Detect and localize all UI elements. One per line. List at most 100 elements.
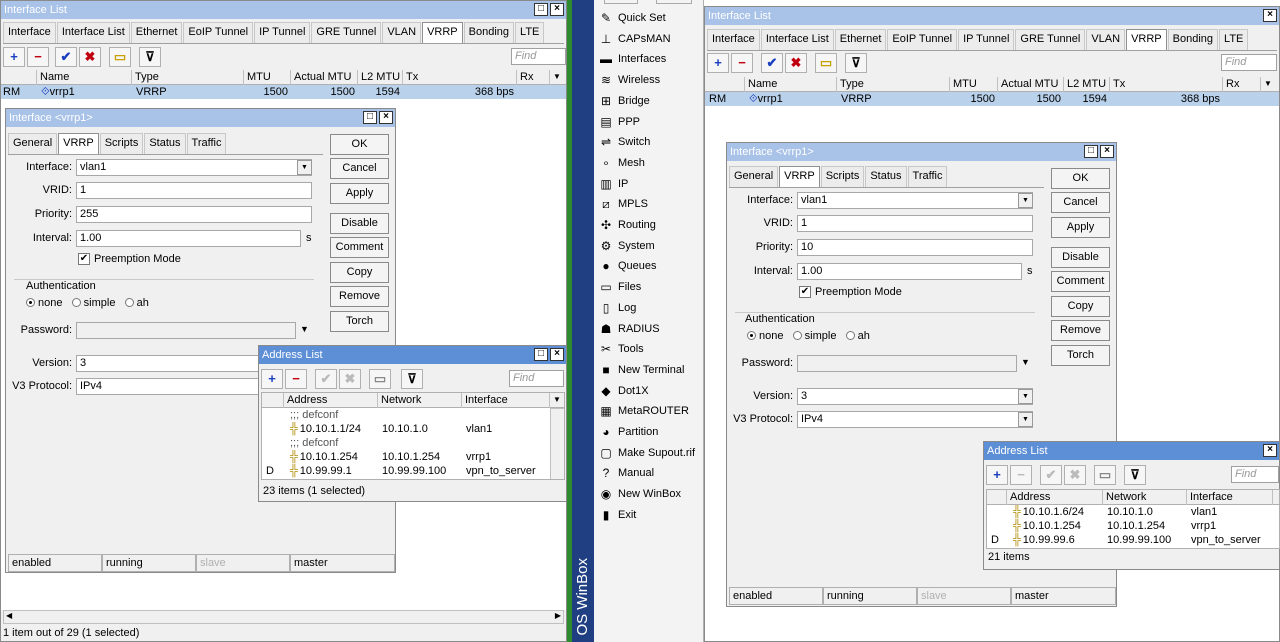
col-tx[interactable]: Tx [403,70,517,85]
disable-button[interactable]: Disable [330,213,389,234]
filter-icon[interactable]: ⊽ [1124,465,1146,485]
dropdown-arrow-icon[interactable]: ▼ [1018,193,1033,208]
col-name[interactable]: Name [745,77,837,92]
maximize-icon[interactable]: □ [1084,145,1098,158]
col-type[interactable]: Type [132,70,244,85]
tab-interface-list[interactable]: Interface List [760,29,834,50]
tab-vrrp[interactable]: VRRP [58,133,99,154]
comment-row[interactable]: ;;; defconf [262,436,564,450]
col-name[interactable]: Name [37,70,132,85]
version-input[interactable]: 3 [797,388,1033,405]
dropdown-arrow-icon[interactable]: ▼ [1018,412,1033,427]
tab-gre-tunnel[interactable]: GRE Tunnel [1015,29,1086,50]
cancel-button[interactable]: Cancel [330,158,389,179]
left-interface-list-titlebar[interactable]: Interface List □ × [1,1,566,19]
menu-item-queues[interactable]: ● Queues [594,256,722,276]
column-menu-icon[interactable]: ▼ [550,393,564,408]
menu-item-mesh[interactable]: ∘ Mesh [594,153,722,173]
col-rx[interactable]: Rx [517,70,550,85]
menu-item-new-terminal[interactable]: ■ New Terminal [594,360,722,380]
menu-item-manual[interactable]: ? Manual [594,463,722,483]
remove-button[interactable]: − [1010,465,1032,485]
tab-traffic[interactable]: Traffic [186,133,227,154]
filter-icon[interactable]: ⊽ [401,369,423,389]
col-flags[interactable] [705,77,745,92]
torch-button[interactable]: Torch [330,311,389,332]
table-row[interactable]: ╬ 10.10.1.6/24 10.10.1.0 vlan1 [987,505,1279,519]
tab-eoip-tunnel[interactable]: EoIP Tunnel [183,22,254,43]
menu-item-radius[interactable]: ☗ RADIUS [594,319,722,339]
interval-input[interactable]: 1.00 [797,263,1022,280]
menu-item-log[interactable]: ▯ Log [594,298,722,318]
preemption-checkbox[interactable]: ✔ [78,253,90,265]
enable-button[interactable]: ✔ [1040,465,1062,485]
col-address[interactable]: Address [1007,490,1103,505]
tab-vrrp[interactable]: VRRP [1126,29,1167,50]
preemption-checkbox[interactable]: ✔ [799,286,811,298]
menu-item-switch[interactable]: ⇌ Switch [594,132,722,152]
menu-item-exit[interactable]: ▮ Exit [594,505,722,525]
auth-simple-radio[interactable]: simple [792,330,836,342]
tab-vlan[interactable]: VLAN [382,22,422,43]
tab-vrrp[interactable]: VRRP [779,166,820,187]
auth-ah-radio[interactable]: ah [845,330,870,342]
left-vrrp-titlebar[interactable]: Interface <vrrp1> □ × [6,109,395,127]
remove-button[interactable]: − [285,369,307,389]
disable-button[interactable]: Disable [1051,247,1110,268]
password-toggle-icon[interactable]: ▼ [300,324,309,334]
copy-button[interactable]: Copy [1051,296,1110,317]
comment-button[interactable]: Comment [1051,271,1110,292]
menu-item-new-winbox[interactable]: ◉ New WinBox [594,484,722,504]
col-address[interactable]: Address [284,393,378,408]
remove-button[interactable]: Remove [1051,320,1110,341]
menu-item-interfaces[interactable]: ▬ Interfaces [594,49,722,69]
tab-ip-tunnel[interactable]: IP Tunnel [254,22,311,43]
enable-button[interactable]: ✔ [315,369,337,389]
find-input[interactable]: Find [509,370,564,387]
disable-button[interactable]: ✖ [1064,465,1086,485]
menu-item-make-supout-rif[interactable]: ▢ Make Supout.rif [594,443,722,463]
col-mtu[interactable]: MTU [244,70,291,85]
close-icon[interactable]: × [550,3,564,16]
col-interface[interactable]: Interface [1187,490,1273,505]
column-menu-icon[interactable]: ▼ [1261,77,1279,92]
remove-button[interactable]: − [27,47,49,67]
interface-select[interactable]: vlan1 [797,192,1033,209]
col-actual-mtu[interactable]: Actual MTU [291,70,358,85]
tab-bonding[interactable]: Bonding [463,22,515,43]
col-l2-mtu[interactable]: L2 MTU [358,70,403,85]
priority-input[interactable]: 10 [797,239,1033,256]
tab-ethernet[interactable]: Ethernet [834,29,887,50]
enable-button[interactable]: ✔ [761,53,783,73]
tab-lte[interactable]: LTE [1219,29,1249,50]
col-rx[interactable]: Rx [1223,77,1261,92]
menu-item-capsman[interactable]: ⊥ CAPsMAN [594,29,722,49]
disable-button[interactable]: ✖ [339,369,361,389]
menu-item-quick-set[interactable]: ✎ Quick Set [594,8,722,28]
scroll-right-icon[interactable]: ▶ [555,611,561,620]
tab-general[interactable]: General [729,166,779,187]
filter-icon[interactable]: ⊽ [845,53,867,73]
add-button[interactable]: + [986,465,1008,485]
col-l2-mtu[interactable]: L2 MTU [1064,77,1110,92]
table-row[interactable]: ╬ 10.10.1.254 10.10.1.254 vrrp1 [262,450,564,464]
right-interface-list-titlebar[interactable]: Interface List × [705,7,1279,25]
vrid-input[interactable]: 1 [797,215,1033,232]
menu-item-metarouter[interactable]: ▦ MetaROUTER [594,401,722,421]
filter-icon[interactable]: ⊽ [139,47,161,67]
enable-button[interactable]: ✔ [55,47,77,67]
comment-button[interactable]: ▭ [369,369,391,389]
find-input[interactable]: Find [1231,466,1279,483]
add-button[interactable]: + [3,47,25,67]
tab-gre-tunnel[interactable]: GRE Tunnel [311,22,382,43]
tab-bonding[interactable]: Bonding [1167,29,1219,50]
interface-select[interactable]: vlan1 [76,159,312,176]
tab-ethernet[interactable]: Ethernet [130,22,183,43]
col-flags[interactable] [1,70,37,85]
comment-button[interactable]: Comment [330,237,389,258]
disable-button[interactable]: ✖ [79,47,101,67]
menu-item-ip[interactable]: ▥IP▷ [594,174,722,194]
left-address-titlebar[interactable]: Address List □ × [259,346,566,364]
menu-item-wireless[interactable]: ≋ Wireless [594,70,722,90]
menu-item-bridge[interactable]: ⊞ Bridge [594,91,722,111]
